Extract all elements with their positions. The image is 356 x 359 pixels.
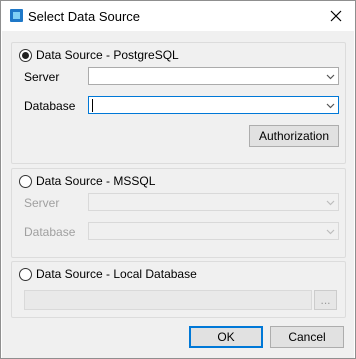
chevron-down-icon[interactable] <box>326 198 335 207</box>
chevron-down-icon[interactable] <box>326 227 335 236</box>
postgresql-radio-option[interactable]: Data Source - PostgreSQL <box>19 48 179 62</box>
postgresql-radio[interactable] <box>19 48 32 62</box>
text-cursor <box>92 99 93 112</box>
local-database-radio[interactable] <box>19 267 32 281</box>
cancel-button[interactable]: Cancel <box>270 326 344 348</box>
postgresql-server-label: Server <box>24 70 60 84</box>
chevron-down-icon[interactable] <box>326 101 335 110</box>
local-database-group: Data Source - Local Database ... <box>11 261 346 318</box>
window-title: Select Data Source <box>28 9 141 24</box>
local-database-path-field[interactable] <box>24 290 312 310</box>
select-data-source-dialog: Select Data Source Data Source - Postgre… <box>0 0 356 359</box>
local-database-radio-label: Data Source - Local Database <box>36 267 197 281</box>
dialog-body: Data Source - PostgreSQL Server Database… <box>2 31 354 358</box>
mssql-database-label: Database <box>24 225 76 239</box>
authorization-button[interactable]: Authorization <box>249 125 339 147</box>
title-bar: Select Data Source <box>1 1 355 31</box>
mssql-server-combobox[interactable] <box>88 193 339 211</box>
mssql-group: Data Source - MSSQL Server Database <box>11 168 346 258</box>
postgresql-group: Data Source - PostgreSQL Server Database… <box>11 42 346 164</box>
mssql-radio[interactable] <box>19 174 32 188</box>
close-button[interactable] <box>325 5 347 27</box>
postgresql-database-label: Database <box>24 99 76 113</box>
browse-button[interactable]: ... <box>314 290 337 310</box>
mssql-radio-option[interactable]: Data Source - MSSQL <box>19 174 155 188</box>
postgresql-database-combobox[interactable] <box>88 96 339 114</box>
mssql-database-combobox[interactable] <box>88 222 339 240</box>
local-database-radio-option[interactable]: Data Source - Local Database <box>19 267 197 281</box>
mssql-radio-label: Data Source - MSSQL <box>36 174 156 188</box>
postgresql-radio-label: Data Source - PostgreSQL <box>36 48 179 62</box>
postgresql-server-combobox[interactable] <box>88 67 339 85</box>
database-app-icon <box>10 9 23 22</box>
chevron-down-icon[interactable] <box>326 72 335 81</box>
close-icon <box>330 10 342 22</box>
ok-button[interactable]: OK <box>189 326 263 348</box>
mssql-server-label: Server <box>24 196 60 210</box>
